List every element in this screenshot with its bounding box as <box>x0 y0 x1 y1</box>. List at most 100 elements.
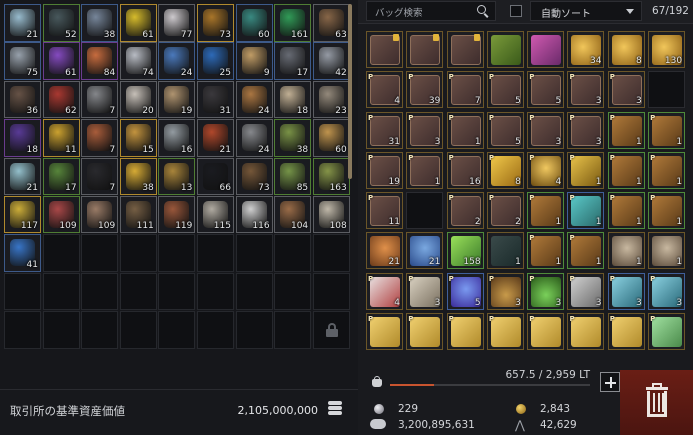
storage-slot[interactable]: 109 <box>81 195 119 234</box>
search-icon[interactable] <box>477 5 489 18</box>
bag-slot[interactable]: P4 <box>527 151 565 189</box>
bag-slot[interactable]: P <box>446 313 484 351</box>
bag-slot[interactable]: 158 <box>446 232 484 270</box>
storage-slot[interactable]: 52 <box>42 4 80 42</box>
empty-slot[interactable] <box>235 234 273 272</box>
storage-slot[interactable]: 25 <box>196 42 234 80</box>
empty-slot[interactable] <box>42 272 80 311</box>
storage-slot[interactable]: 116 <box>235 195 273 234</box>
bag-slot[interactable]: P1 <box>446 111 484 149</box>
bag-slot[interactable]: P3 <box>567 272 605 310</box>
bag-slot[interactable]: P4 <box>366 272 403 310</box>
bag-slot[interactable]: P3 <box>406 111 444 149</box>
bag-slot[interactable]: P3 <box>406 272 444 310</box>
bag-slot[interactable]: P3 <box>607 272 645 310</box>
bag-slot[interactable]: P 31 <box>366 111 403 149</box>
bag-slot[interactable]: P1 <box>607 192 645 230</box>
empty-slot[interactable] <box>42 311 80 349</box>
bag-slot[interactable]: P1 <box>567 192 605 230</box>
locked-slot[interactable] <box>312 311 350 349</box>
storage-slot[interactable]: 24 <box>235 119 273 157</box>
bag-slot[interactable]: P1 <box>607 151 645 189</box>
bag-slot[interactable]: 21 <box>366 232 403 270</box>
storage-slot[interactable]: 111 <box>119 195 157 234</box>
storage-slot[interactable]: 109 <box>42 195 80 234</box>
bag-slot[interactable]: P3 <box>648 272 686 310</box>
storage-slot[interactable]: 119 <box>158 195 196 234</box>
bag-slot[interactable]: 34 <box>567 31 605 68</box>
storage-slot[interactable]: 38 <box>119 157 157 196</box>
bag-slot[interactable]: P1 <box>607 111 645 149</box>
empty-slot[interactable] <box>81 234 119 272</box>
bag-slot[interactable]: 8 <box>607 31 645 68</box>
storage-slot[interactable]: 74 <box>119 42 157 80</box>
empty-slot[interactable] <box>81 311 119 349</box>
storage-slot[interactable]: 41 <box>4 234 41 272</box>
empty-slot[interactable] <box>119 272 157 311</box>
storage-slot[interactable]: 163 <box>312 157 350 196</box>
storage-slot[interactable]: 85 <box>274 157 312 196</box>
bag-slot[interactable]: P1 <box>527 192 565 230</box>
bag-slot[interactable]: 130 <box>648 31 686 68</box>
auto-sort-checkbox[interactable] <box>510 5 522 17</box>
storage-slot[interactable]: 15 <box>119 119 157 157</box>
storage-slot[interactable]: 17 <box>274 42 312 80</box>
storage-scrollbar[interactable] <box>348 4 352 179</box>
empty-slot[interactable] <box>42 234 80 272</box>
bag-slot[interactable]: P1 <box>648 192 686 230</box>
bag-slot[interactable]: P3 <box>527 272 565 310</box>
expand-weight-button[interactable] <box>600 372 620 392</box>
storage-slot[interactable]: 63 <box>312 4 350 42</box>
storage-slot[interactable]: 24 <box>158 42 196 80</box>
storage-slot[interactable]: 31 <box>196 80 234 119</box>
storage-slot[interactable]: 24 <box>235 80 273 119</box>
storage-slot[interactable]: 19 <box>158 80 196 119</box>
empty-slot[interactable] <box>235 272 273 311</box>
empty-slot[interactable] <box>274 272 312 311</box>
bag-slot[interactable]: P1 <box>648 151 686 189</box>
storage-slot[interactable]: 66 <box>196 157 234 196</box>
bag-slot[interactable]: P2 <box>446 192 484 230</box>
empty-slot[interactable] <box>81 272 119 311</box>
storage-slot[interactable]: 18 <box>4 119 41 157</box>
bag-slot[interactable]: P1 <box>567 232 605 270</box>
storage-slot[interactable]: 23 <box>312 80 350 119</box>
storage-slot[interactable]: 13 <box>158 157 196 196</box>
bag-slot[interactable]: 1 <box>486 232 524 270</box>
storage-slot[interactable]: 21 <box>196 119 234 157</box>
bag-slot[interactable]: P <box>648 313 686 351</box>
storage-slot[interactable]: 7 <box>81 157 119 196</box>
bag-slot[interactable]: P2 <box>486 192 524 230</box>
storage-slot[interactable]: 9 <box>235 42 273 80</box>
empty-slot[interactable] <box>196 234 234 272</box>
bag-slot[interactable]: P <box>486 313 524 351</box>
storage-slot[interactable]: 77 <box>158 4 196 42</box>
bag-slot[interactable]: P8 <box>486 151 524 189</box>
empty-slot[interactable] <box>196 311 234 349</box>
empty-slot[interactable] <box>119 311 157 349</box>
empty-slot[interactable] <box>4 311 41 349</box>
bag-slot[interactable]: P5 <box>527 71 565 109</box>
storage-slot[interactable]: 60 <box>312 119 350 157</box>
storage-slot[interactable]: 75 <box>4 42 41 80</box>
bag-slot[interactable]: P3 <box>567 111 605 149</box>
empty-slot[interactable] <box>274 234 312 272</box>
bag-slot[interactable]: P <box>527 313 565 351</box>
bag-slot[interactable] <box>486 31 524 68</box>
bag-slot[interactable]: P3 <box>607 71 645 109</box>
bag-slot[interactable] <box>446 31 484 68</box>
storage-slot[interactable]: 117 <box>4 195 41 234</box>
bag-slot[interactable]: P5 <box>446 272 484 310</box>
empty-slot[interactable] <box>119 234 157 272</box>
storage-slot[interactable]: 60 <box>235 4 273 42</box>
storage-slot[interactable]: 36 <box>4 80 41 119</box>
bag-slot[interactable]: 1 <box>607 232 645 270</box>
storage-slot[interactable]: 7 <box>81 119 119 157</box>
storage-slot[interactable]: 38 <box>274 119 312 157</box>
storage-slot[interactable]: 61 <box>42 42 80 80</box>
storage-slot[interactable]: 21 <box>4 157 41 196</box>
storage-slot[interactable]: 20 <box>119 80 157 119</box>
bag-slot[interactable]: P5 <box>486 111 524 149</box>
empty-slot[interactable] <box>312 272 350 311</box>
empty-slot[interactable] <box>158 272 196 311</box>
